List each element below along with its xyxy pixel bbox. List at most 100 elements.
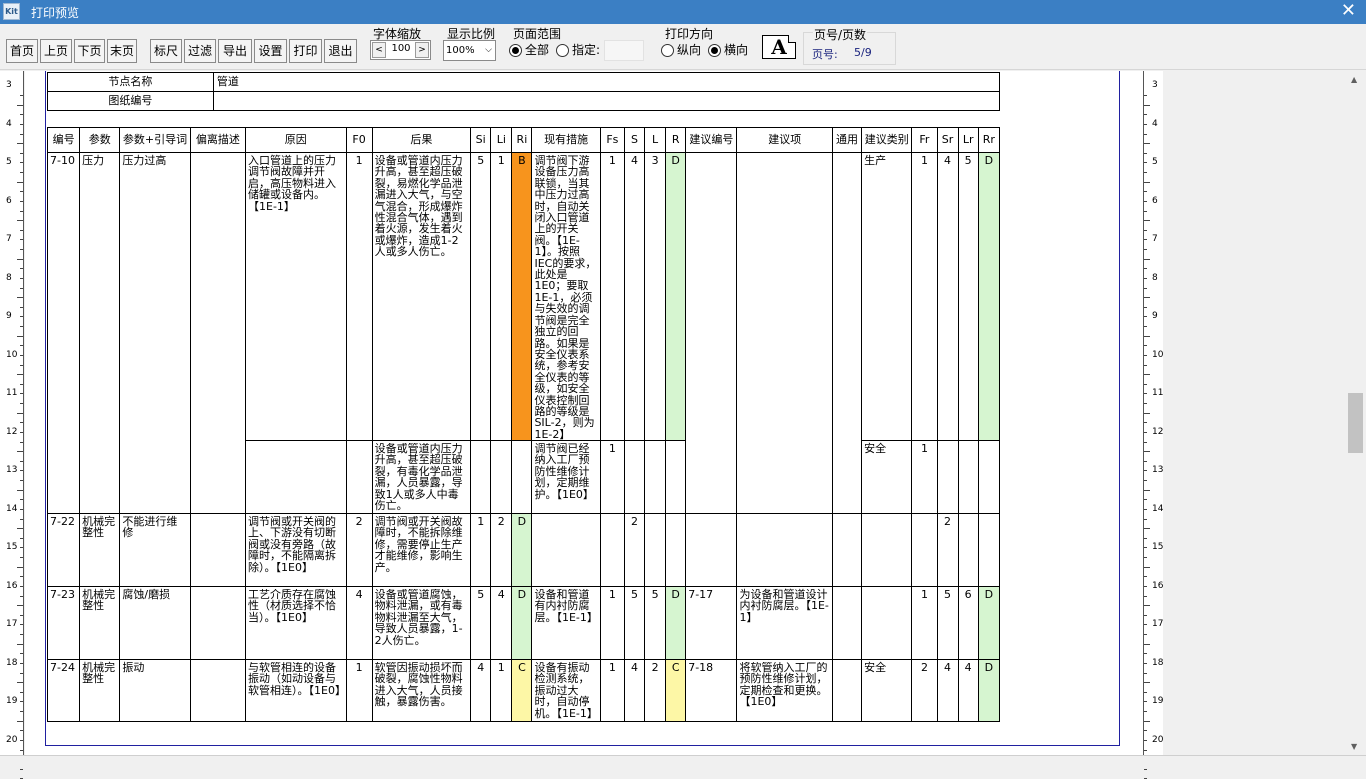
ruler-button[interactable]: 标尺 bbox=[150, 39, 182, 63]
print-button[interactable]: 打印 bbox=[289, 39, 322, 63]
cell-common bbox=[831, 659, 863, 722]
font-scale-increase-button[interactable]: > bbox=[415, 42, 429, 58]
cell-ri: C bbox=[511, 659, 533, 722]
first-page-button[interactable]: 首页 bbox=[6, 39, 38, 63]
scroll-up-icon[interactable]: ▲ bbox=[1351, 75, 1357, 84]
cell-suggestion: 将软管纳入工厂的预防性维修计划，定期检查和更换。【1E0】 bbox=[736, 659, 833, 722]
ruler-number: 11 bbox=[6, 388, 18, 398]
ruler-number: 11 bbox=[1152, 388, 1164, 398]
cell-common bbox=[831, 513, 863, 587]
measure-text: 设备和管道有内衬防腐层。【1E-1】 bbox=[534, 589, 598, 624]
ruler-tick bbox=[20, 480, 23, 481]
font-icon[interactable]: A bbox=[762, 35, 796, 59]
font-scale-decrease-button[interactable]: < bbox=[372, 42, 386, 58]
cell-guide: 压力过高 bbox=[119, 152, 191, 514]
page-range-all-radio[interactable]: 全部 bbox=[509, 42, 549, 58]
ruler-tick bbox=[1144, 268, 1147, 270]
ruler-tick bbox=[1144, 104, 1150, 106]
cell-category: 安全 bbox=[861, 440, 913, 514]
ruler-tick bbox=[1144, 316, 1147, 318]
print-preview-area: 节点名称 管道 图纸编号 编号 参数 参数+引导词 偏离描述 原因 F0 后果 … bbox=[25, 71, 1143, 755]
last-page-button[interactable]: 末页 bbox=[107, 39, 137, 63]
filter-button[interactable]: 过滤 bbox=[184, 39, 216, 63]
cell-fs: 1 bbox=[599, 152, 625, 441]
column-header: Fs bbox=[599, 127, 625, 153]
ruler-tick bbox=[17, 335, 23, 337]
ruler-tick bbox=[1144, 249, 1147, 250]
table-row: 7-10 压力 压力过高 入口管道上的压力调节阀故障并开启，高压物料进入储罐或设… bbox=[46, 152, 1001, 514]
ruler-tick bbox=[1144, 701, 1147, 703]
ruler-tick bbox=[17, 528, 23, 530]
prev-page-button[interactable]: 上页 bbox=[40, 39, 72, 63]
ruler-number: 9 bbox=[6, 311, 12, 321]
cell-consequence: 设备或管道腐蚀，物料泄漏，或有毒物料泄漏至大气，导致人员暴露，1-2人伤亡。 bbox=[371, 586, 472, 660]
ruler-tick bbox=[1144, 624, 1147, 626]
ruler-tick bbox=[1144, 374, 1150, 376]
cell-s bbox=[623, 440, 646, 514]
ruler-tick bbox=[17, 643, 23, 645]
cell-sr bbox=[936, 440, 959, 514]
portrait-radio[interactable]: 纵向 bbox=[661, 42, 701, 58]
ruler-tick bbox=[17, 412, 23, 414]
font-scale-value[interactable]: 100 bbox=[388, 43, 414, 54]
ruler-tick bbox=[1144, 451, 1150, 453]
cell-category bbox=[861, 513, 913, 587]
column-header: 建议编号 bbox=[685, 127, 738, 153]
cell-li: 1 bbox=[490, 152, 513, 441]
ruler-tick bbox=[1144, 480, 1147, 481]
ruler-tick bbox=[1144, 547, 1147, 549]
ruler-tick bbox=[1144, 518, 1147, 520]
ruler-number: 19 bbox=[6, 696, 18, 706]
settings-button[interactable]: 设置 bbox=[254, 39, 287, 63]
cell-cause: 工艺介质存在腐蚀性（材质选择不恰当）。【1E0】 bbox=[245, 586, 347, 660]
next-page-button[interactable]: 下页 bbox=[74, 39, 105, 63]
cell-measure bbox=[531, 513, 601, 587]
cell-s: 4 bbox=[623, 659, 646, 722]
page-info-label: 页号/页数 bbox=[813, 26, 868, 43]
cell-cause: 调节阀或开关阀的上、下游没有切断阀或没有旁路（故障时，不能隔离拆除）。【1E0】 bbox=[245, 513, 347, 587]
ruler-number: 6 bbox=[6, 195, 12, 206]
scroll-down-icon[interactable]: ▼ bbox=[1351, 742, 1357, 751]
consequence-text: 设备或管道内压力升高，甚至超压破裂，有毒化学品泄漏，人员暴露，导致1人或多人中毒… bbox=[374, 443, 463, 513]
ruler-tick bbox=[17, 374, 23, 376]
exit-button[interactable]: 退出 bbox=[324, 39, 357, 63]
ruler-tick bbox=[1144, 730, 1147, 732]
consequence-text: 设备或管道腐蚀，物料泄漏，或有毒物料泄漏至大气，导致人员暴露，1-2人伤亡。 bbox=[374, 589, 463, 647]
cell-sr: 4 bbox=[936, 152, 959, 441]
ruler-number: 10 bbox=[1152, 349, 1164, 360]
cell-measure: 设备和管道有内衬防腐层。【1E-1】 bbox=[531, 586, 601, 660]
consequence-text: 调节阀或开关阀故障时，不能拆除维修，需要停止生产才能维修，影响生产。 bbox=[374, 516, 463, 574]
ruler-tick bbox=[20, 95, 23, 96]
ruler-tick bbox=[1144, 258, 1150, 260]
ruler-tick bbox=[20, 585, 23, 587]
ruler-tick bbox=[20, 249, 23, 250]
column-header: Sr bbox=[936, 127, 959, 153]
ruler-tick bbox=[20, 268, 23, 270]
cell-category: 安全 bbox=[861, 659, 913, 722]
ruler-tick bbox=[20, 287, 23, 289]
landscape-radio[interactable]: 横向 bbox=[708, 42, 748, 58]
ruler-tick bbox=[1144, 431, 1147, 433]
display-ratio-select[interactable]: 100% ⌵ bbox=[443, 40, 496, 61]
export-button[interactable]: 导出 bbox=[218, 39, 252, 63]
close-icon[interactable]: ✕ bbox=[1341, 1, 1356, 21]
table-row: 7-22 机械完整性 不能进行维修 调节阀或开关阀的上、下游没有切断阀或没有旁路… bbox=[46, 513, 1001, 587]
ruler-tick bbox=[1144, 672, 1147, 674]
font-scale-stepper[interactable]: < 100 > bbox=[370, 40, 431, 60]
ruler-number: 19 bbox=[1152, 696, 1164, 706]
ruler-tick bbox=[20, 133, 23, 135]
cell-measure: 设备有振动检测系统，振动过大时，自动停机。【1E-1】 bbox=[531, 659, 601, 722]
cell-li: 2 bbox=[490, 513, 513, 587]
ruler-tick bbox=[1144, 634, 1147, 635]
page-range-specify-radio[interactable]: 指定: bbox=[556, 42, 600, 58]
column-header: Lr bbox=[957, 127, 979, 153]
scrollbar-thumb[interactable] bbox=[1348, 393, 1363, 453]
ruler-tick bbox=[20, 768, 23, 770]
ruler-tick bbox=[1144, 383, 1147, 385]
ruler-tick bbox=[20, 595, 23, 597]
page-range-input[interactable] bbox=[604, 40, 644, 61]
ruler-tick bbox=[17, 297, 23, 299]
ruler-tick bbox=[20, 547, 23, 549]
vertical-scrollbar[interactable]: ▲ ▼ bbox=[1346, 71, 1366, 755]
ruler-tick bbox=[20, 403, 23, 404]
